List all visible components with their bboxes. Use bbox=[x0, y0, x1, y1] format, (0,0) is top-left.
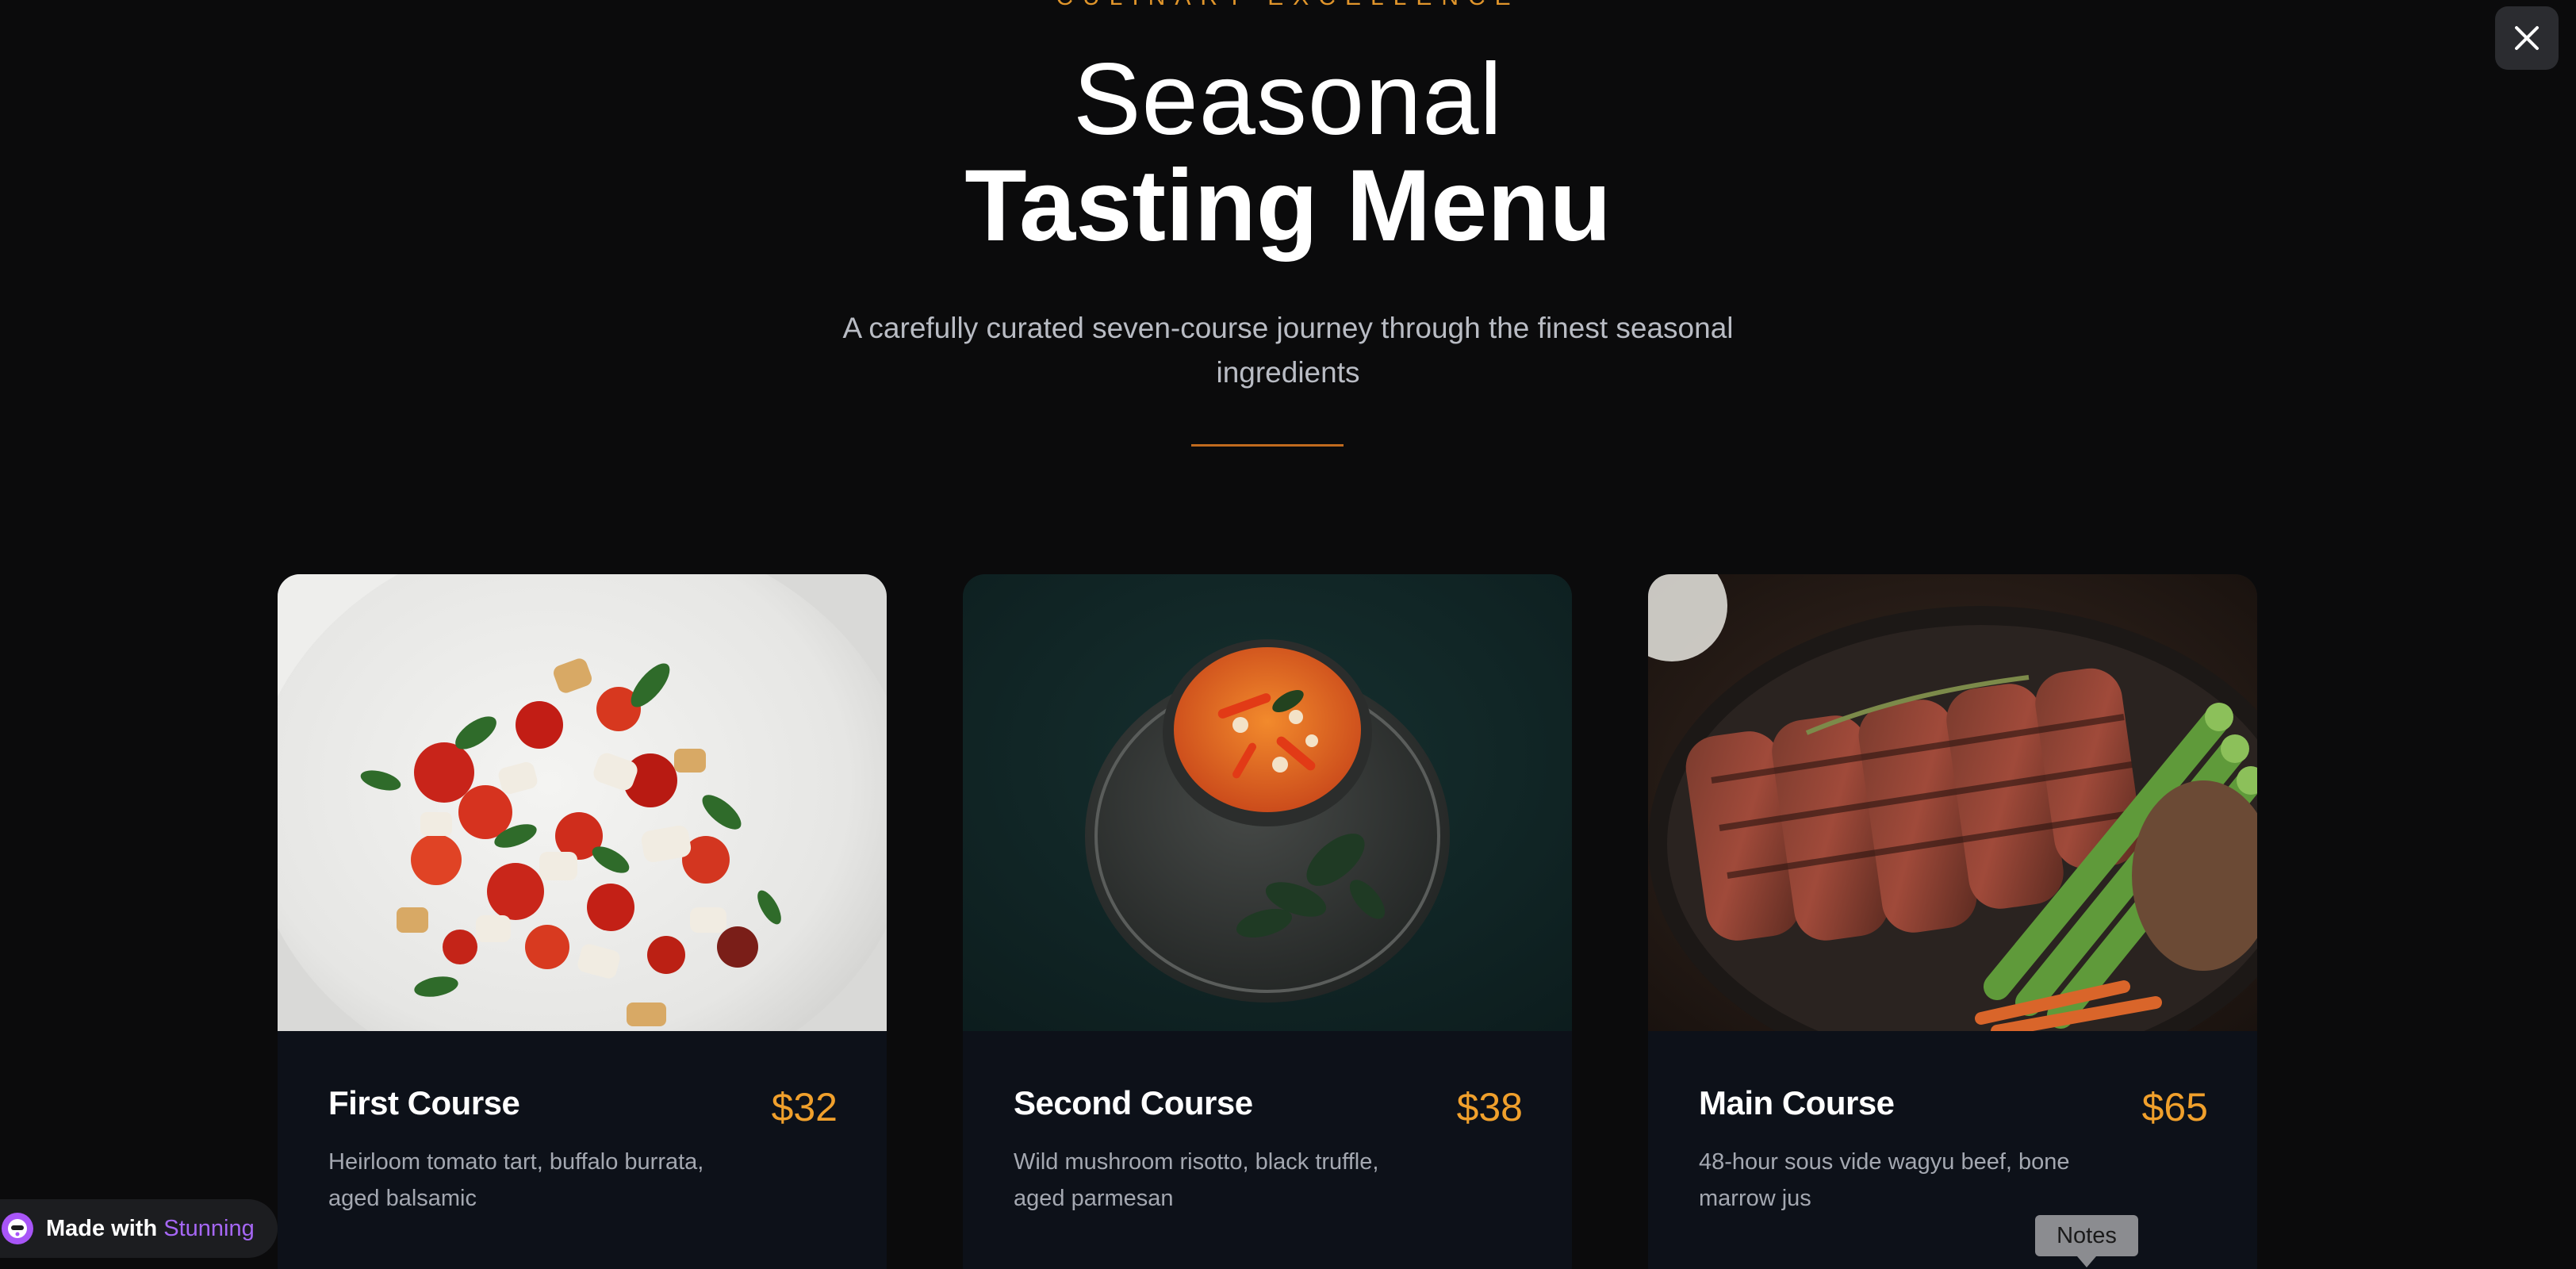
close-icon bbox=[2515, 26, 2539, 50]
course-title: First Course bbox=[328, 1084, 520, 1121]
accent-divider bbox=[1191, 444, 1344, 447]
course-title: Second Course bbox=[1014, 1084, 1253, 1121]
badge-brand: Stunning bbox=[163, 1215, 255, 1241]
stunning-logo-icon bbox=[2, 1213, 33, 1244]
course-image-soup bbox=[963, 574, 1572, 1031]
course-image-tomato-salad bbox=[278, 574, 887, 1031]
course-price: $38 bbox=[1456, 1085, 1523, 1129]
made-with-badge[interactable]: Made with Stunning bbox=[0, 1199, 278, 1258]
course-card-first[interactable]: First Course $32 Heirloom tomato tart, b… bbox=[278, 574, 887, 1269]
page: CULINARY EXCELLENCE Seasonal Tasting Men… bbox=[0, 0, 2576, 1269]
course-title: Main Course bbox=[1699, 1084, 1895, 1121]
course-image-steak bbox=[1648, 574, 2257, 1031]
badge-prefix: Made with bbox=[46, 1215, 158, 1241]
page-subtitle: A carefully curated seven-course journey… bbox=[842, 312, 1734, 389]
page-title-line1: Seasonal bbox=[1073, 43, 1503, 156]
course-card-main[interactable]: Main Course $65 48-hour sous vide wagyu … bbox=[1648, 574, 2257, 1269]
course-description: Wild mushroom risotto, black truffle, ag… bbox=[1014, 1149, 1379, 1211]
course-description: 48-hour sous vide wagyu beef, bone marro… bbox=[1699, 1149, 2070, 1211]
course-description: Heirloom tomato tart, buffalo burrata, a… bbox=[328, 1149, 704, 1211]
notes-tooltip: Notes bbox=[2035, 1215, 2138, 1256]
page-title-line2: Tasting Menu bbox=[964, 149, 1612, 263]
course-price: $65 bbox=[2141, 1085, 2208, 1129]
tooltip-arrow bbox=[2077, 1256, 2096, 1267]
eyebrow-label: CULINARY EXCELLENCE bbox=[0, 0, 2576, 10]
course-card-second[interactable]: Second Course $38 Wild mushroom risotto,… bbox=[963, 574, 1572, 1269]
close-button[interactable] bbox=[2495, 6, 2559, 70]
course-price: $32 bbox=[771, 1085, 838, 1129]
